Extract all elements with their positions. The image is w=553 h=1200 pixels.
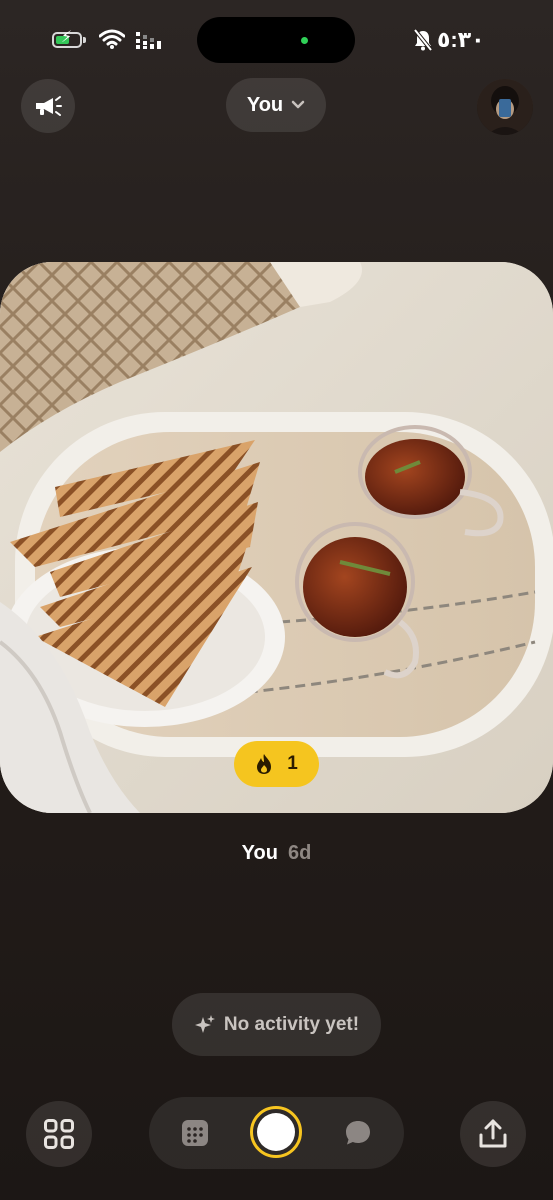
share-icon bbox=[479, 1119, 507, 1148]
post-author: You bbox=[241, 842, 278, 864]
post-caption: You 6d bbox=[0, 842, 553, 865]
camera-in-use-indicator bbox=[301, 37, 308, 44]
sparkles-icon bbox=[194, 1014, 215, 1033]
calendar-button[interactable] bbox=[182, 1120, 208, 1151]
audience-selector-label: You bbox=[246, 93, 284, 116]
megaphone-icon bbox=[36, 96, 62, 116]
dynamic-island bbox=[197, 17, 355, 63]
post-age: 6d bbox=[287, 842, 312, 864]
cellular-signal-icon bbox=[136, 32, 162, 55]
share-button[interactable] bbox=[460, 1101, 526, 1167]
avatar[interactable] bbox=[477, 79, 533, 135]
grid-icon bbox=[44, 1119, 74, 1149]
post-photo[interactable] bbox=[0, 262, 553, 813]
wifi-icon bbox=[98, 29, 126, 54]
chat-button[interactable] bbox=[344, 1119, 372, 1152]
activity-pill[interactable]: No activity yet! bbox=[172, 993, 381, 1056]
reaction-count: 1 bbox=[287, 753, 298, 774]
chat-bubble-icon bbox=[346, 1121, 370, 1145]
silent-mode-bell-icon bbox=[413, 28, 433, 56]
shutter-inner bbox=[257, 1113, 295, 1151]
fire-icon bbox=[257, 754, 272, 774]
chevron-down-icon bbox=[291, 100, 305, 109]
activity-label: No activity yet! bbox=[223, 1013, 360, 1035]
announcements-button[interactable] bbox=[21, 79, 75, 133]
status-time: ٥:٣٠ bbox=[437, 27, 485, 52]
battery-icon: ⚡ bbox=[52, 30, 82, 48]
shutter-button[interactable] bbox=[250, 1106, 302, 1158]
reaction-badge[interactable]: 1 bbox=[234, 741, 319, 787]
battery-cap bbox=[83, 37, 86, 43]
audience-selector[interactable]: You bbox=[226, 78, 326, 132]
grid-view-button[interactable] bbox=[26, 1101, 92, 1167]
calendar-icon bbox=[182, 1120, 208, 1146]
